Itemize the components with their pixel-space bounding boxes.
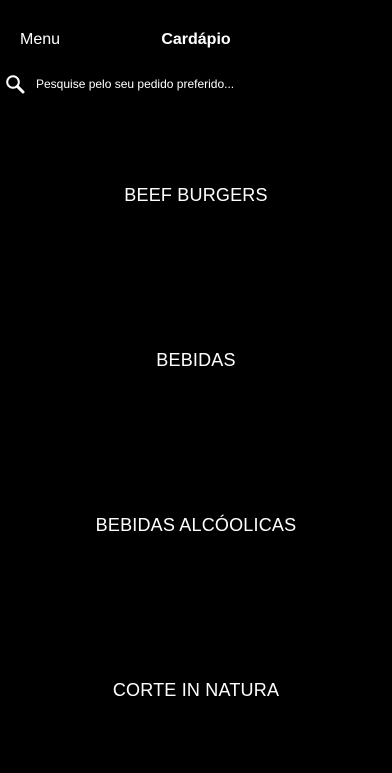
category-label: CORTE IN NATURA <box>112 680 280 700</box>
nav-bar: Menu Cardápio <box>0 0 392 64</box>
menu-button[interactable]: Menu <box>20 31 60 49</box>
category-item-bebidas-alcoolicas[interactable]: BEBIDAS ALCÓOLICAS <box>0 443 392 608</box>
category-item-corte-in-natura[interactable]: CORTE IN NATURA <box>0 608 392 773</box>
category-label: BEBIDAS <box>156 350 236 370</box>
category-item-bebidas[interactable]: BEBIDAS <box>0 278 392 443</box>
search-icon <box>5 74 25 94</box>
search-input[interactable] <box>36 73 376 95</box>
category-item-beef-burgers[interactable]: BEEF BURGERS <box>0 113 392 278</box>
category-label: BEBIDAS ALCÓOLICAS <box>95 515 297 535</box>
category-list: BEEF BURGERS BEBIDAS BEBIDAS ALCÓOLICAS … <box>0 113 392 773</box>
category-label: BEEF BURGERS <box>124 185 268 205</box>
search-bar <box>0 68 392 102</box>
